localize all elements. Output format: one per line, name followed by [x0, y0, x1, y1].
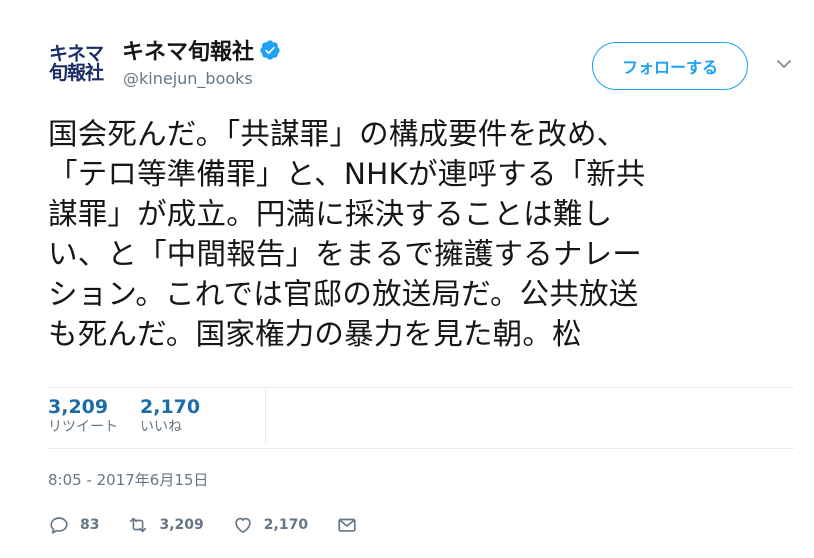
retweet-stat-label: リツイート	[48, 419, 118, 435]
retweet-stat[interactable]: 3,209 リツイート	[48, 396, 118, 446]
retweet-count: 3,209	[159, 517, 204, 533]
tweet-text-line: ション。これでは官邸の放送局だ。公共放送	[48, 277, 639, 311]
direct-message-button[interactable]	[336, 514, 368, 536]
avatar[interactable]: キネマ 旬報社	[44, 36, 108, 92]
tweet-text-line: 謀罪」が成立。円満に採決することは難し	[48, 197, 613, 231]
tweet-text: 国会死んだ。「共謀罪」の構成要件を改め、 「テロ等準備罪」と、NHKが連呼する「…	[48, 114, 794, 354]
heart-icon	[235, 517, 251, 534]
reply-icon	[50, 517, 68, 534]
retweet-button[interactable]: 3,209	[127, 514, 204, 536]
reply-count: 83	[80, 517, 100, 533]
avatar-text-line2: 旬報社	[48, 62, 104, 84]
like-stat-value: 2,170	[140, 396, 201, 418]
verified-badge-icon	[260, 40, 280, 60]
like-button[interactable]: 2,170	[232, 514, 308, 536]
tweet-stats: 3,209 リツイート 2,170 いいね	[48, 396, 222, 446]
retweet-stat-value: 3,209	[48, 396, 109, 418]
divider	[48, 448, 794, 449]
display-name[interactable]: キネマ旬報社	[122, 34, 254, 66]
like-stat[interactable]: 2,170 いいね	[140, 396, 200, 446]
like-stat-label: いいね	[140, 419, 182, 435]
follow-button[interactable]: フォローする	[592, 42, 748, 90]
envelope-icon	[338, 518, 356, 532]
like-count: 2,170	[263, 517, 309, 533]
reply-button[interactable]: 83	[48, 514, 99, 536]
chevron-down-icon[interactable]	[776, 58, 792, 70]
tweet-text-line: 国会死んだ。「共謀罪」の構成要件を改め、	[48, 117, 627, 151]
tweet-actions: 83 3,209 2,170	[48, 512, 396, 538]
divider	[48, 387, 794, 388]
tweet-text-line: も死んだ。国家権力の暴力を見た朝。松	[48, 317, 582, 351]
stats-separator	[265, 388, 266, 444]
tweet-timestamp[interactable]: 8:05 - 2017年6月15日	[48, 469, 208, 490]
tweet-text-line: 「テロ等準備罪」と、NHKが連呼する「新共	[48, 157, 646, 191]
user-handle[interactable]: @kinejun_books	[123, 69, 253, 88]
name-row: キネマ旬報社	[122, 34, 281, 66]
tweet-text-line: い、と「中間報告」をまるで擁護するナレー	[48, 237, 643, 271]
retweet-icon	[130, 517, 147, 533]
tweet-header: キネマ 旬報社 キネマ旬報社 @kinejun_books フォローする	[0, 0, 814, 110]
